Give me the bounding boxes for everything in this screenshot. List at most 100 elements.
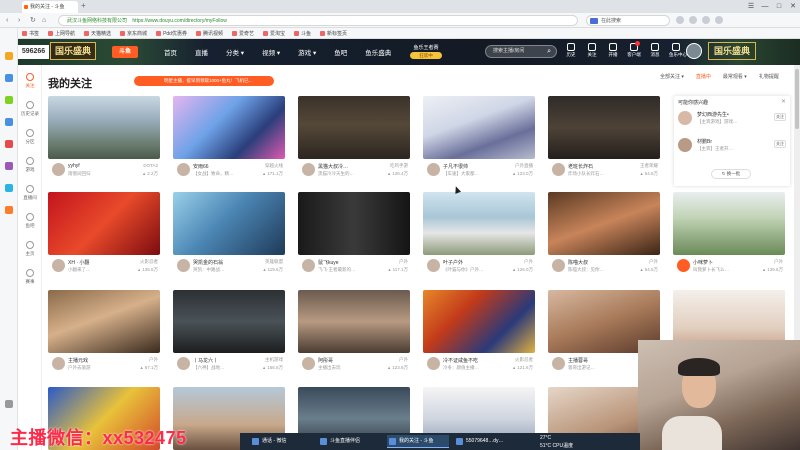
minimize-button[interactable]: — — [758, 0, 772, 13]
stream-category[interactable]: 火影忍者 — [515, 357, 533, 363]
notice-banner[interactable]: 明星主播，提早到领取1000+鱼丸！飞机已… — [134, 76, 274, 86]
broadcast-button[interactable]: 开播 — [606, 43, 620, 58]
url-input[interactable]: 武汉斗鱼网络科技有限公司 https://www.douyu.com/direc… — [58, 15, 578, 26]
user-avatar[interactable] — [686, 43, 702, 59]
stream-category[interactable]: DOTA2 — [143, 163, 158, 168]
filter-live[interactable]: 直播中 — [696, 73, 711, 80]
avatar[interactable] — [552, 163, 565, 176]
stream-thumbnail[interactable] — [548, 192, 660, 255]
stream-card[interactable]: 丨马龙六丨 主机游戏 【六神】战地… 156.5万 — [173, 290, 285, 381]
menu-icon[interactable]: ☰ — [744, 0, 758, 13]
avatar[interactable] — [678, 138, 692, 152]
browser-search-input[interactable]: 在此搜索 — [586, 15, 670, 26]
stream-thumbnail[interactable] — [48, 96, 160, 159]
qq-icon[interactable] — [5, 184, 13, 192]
download-icon[interactable] — [689, 16, 697, 24]
streamer-name[interactable]: 叶子户外 — [443, 259, 505, 266]
avatar[interactable] — [302, 259, 315, 272]
stream-category[interactable]: 户外 — [149, 357, 158, 363]
streamer-name[interactable]: 老班长炸石 — [568, 163, 630, 170]
mail-icon[interactable] — [5, 74, 13, 82]
recommend-name[interactable]: 材鹏Br — [697, 138, 712, 145]
video-icon[interactable] — [5, 162, 13, 170]
avatar[interactable] — [177, 163, 190, 176]
streamer-name[interactable]: 陈喵大叔 — [568, 259, 630, 266]
stream-category[interactable]: 吃鸡手游 — [390, 163, 408, 169]
stream-category[interactable]: 户外直播 — [515, 163, 533, 169]
stream-card[interactable]: 黑猫大叔冷… 吃鸡手游 黑猫冷冷天生的… 126.4万 — [298, 96, 410, 187]
avatar[interactable] — [302, 163, 315, 176]
event-logo-right[interactable]: 国乐盛典 — [708, 42, 757, 60]
sidebar-item-fishbar[interactable]: 鱼吧 — [18, 213, 42, 229]
stream-card[interactable]: 小咪萝卜 户外 叫我萝卜长飞么… 139.6万 — [673, 192, 785, 283]
bookmark-item[interactable]: 新标签页 — [320, 30, 347, 37]
streamer-name[interactable]: 鼠飞kuye — [318, 259, 380, 266]
streamer-name[interactable]: 小咪萝卜 — [693, 259, 755, 266]
back-icon[interactable]: ‹ — [6, 15, 8, 26]
douyu-logo[interactable]: 斗鱼 — [112, 46, 138, 58]
stream-category[interactable]: 户外 — [774, 259, 783, 265]
avatar[interactable] — [177, 259, 190, 272]
nav-fishbar[interactable]: 鱼吧 — [334, 47, 347, 57]
stream-thumbnail[interactable] — [298, 96, 410, 159]
recommend-item[interactable]: 材鹏Br 【主宾】王者开… 关注 — [678, 136, 786, 158]
filter-sort[interactable]: 最常观看 ▾ — [723, 73, 747, 80]
sidebar-item-history[interactable]: 历史记录 — [18, 101, 42, 117]
account-icon[interactable] — [702, 16, 710, 24]
streamer-name[interactable]: 阿彤哥 — [318, 357, 380, 364]
avatar[interactable] — [52, 163, 65, 176]
promo-button[interactable]: 狂欢中 — [410, 52, 442, 59]
nav-game[interactable]: 游戏 ▾ — [298, 47, 316, 57]
avatar[interactable] — [678, 111, 692, 125]
follow-button[interactable]: 关注 — [774, 140, 786, 148]
stream-category[interactable]: 英雄联盟 — [265, 259, 283, 265]
home-icon[interactable]: ⌂ — [42, 15, 46, 26]
extension-icon[interactable] — [676, 16, 684, 24]
stream-card[interactable]: 陈喵大叔 户外 陈喵大叔：见你… 54.5万 — [548, 192, 660, 283]
stream-thumbnail[interactable] — [423, 192, 535, 255]
stream-category[interactable]: 穿越火线 — [265, 163, 283, 169]
avatar[interactable] — [427, 259, 440, 272]
fun-center-button[interactable]: 鱼乐中心 — [669, 43, 687, 58]
taskbar-item[interactable]: 55079648…dy… — [454, 435, 520, 448]
bookmark-item[interactable]: 上网导航 — [48, 30, 75, 37]
client-button[interactable]: 客户端 — [627, 41, 641, 58]
avatar[interactable] — [677, 259, 690, 272]
follow-button[interactable]: 关注 — [585, 43, 599, 58]
bookmark-item[interactable]: 天猫精选 — [84, 30, 111, 37]
sidebar-item-liveroom[interactable]: 直播间 — [18, 185, 42, 201]
nav-live[interactable]: 直播 — [195, 47, 208, 57]
streamer-name[interactable]: 主播蓉哥 — [568, 357, 630, 364]
event-logo[interactable]: 国乐盛典 — [50, 42, 97, 60]
nav-festival[interactable]: 鱼乐盛典 — [365, 47, 391, 57]
close-button[interactable]: ✕ — [786, 0, 800, 13]
nav-category[interactable]: 分类 ▾ — [226, 47, 244, 57]
avatar[interactable] — [427, 163, 440, 176]
streamer-name[interactable]: 主播元戏 — [68, 357, 130, 364]
taskbar-item[interactable]: 通话 - 微信 — [250, 435, 312, 448]
message-button[interactable]: 消息 — [648, 43, 662, 58]
stream-thumbnail[interactable] — [173, 96, 285, 159]
bookmark-item[interactable]: 爱淘宝 — [263, 30, 285, 37]
streamer-name[interactable]: 冷不证咸鱼不吃 — [443, 357, 505, 364]
sidebar-item-esports[interactable]: 赛事 — [18, 269, 42, 285]
taskbar-item[interactable]: 斗鱼直播伴侣 — [318, 435, 382, 448]
stream-category[interactable]: 户外 — [649, 259, 658, 265]
stream-card[interactable]: 安雨66 穿越火线 【女战】致命，精… 171.1万 — [173, 96, 285, 187]
stream-card[interactable]: 冷不证咸鱼不吃 火影忍者 冷冬：颜值主播… 121.6万 — [423, 290, 535, 381]
stream-thumbnail[interactable] — [48, 290, 160, 353]
forward-icon[interactable]: › — [18, 15, 20, 26]
weibo-icon[interactable] — [5, 140, 13, 148]
taobao-icon[interactable] — [5, 206, 13, 214]
stream-category[interactable]: 户外 — [524, 259, 533, 265]
stream-thumbnail[interactable] — [423, 96, 535, 159]
recommend-name[interactable]: 梦幻西游先生• — [697, 111, 729, 118]
streamer-name[interactable]: XH · 小翻 — [68, 259, 130, 266]
avatar[interactable] — [302, 357, 315, 370]
avatar[interactable] — [552, 357, 565, 370]
new-tab-button[interactable]: + — [81, 1, 86, 11]
filter-all[interactable]: 全部关注 ▾ — [660, 73, 684, 80]
stream-card[interactable]: 叶子户外 户外 《叶猫与你》户外… 126.0万 — [423, 192, 535, 283]
sidebar-item-follow[interactable]: 关注 — [18, 73, 42, 89]
streamer-name[interactable]: 丨马龙六丨 — [193, 357, 255, 364]
